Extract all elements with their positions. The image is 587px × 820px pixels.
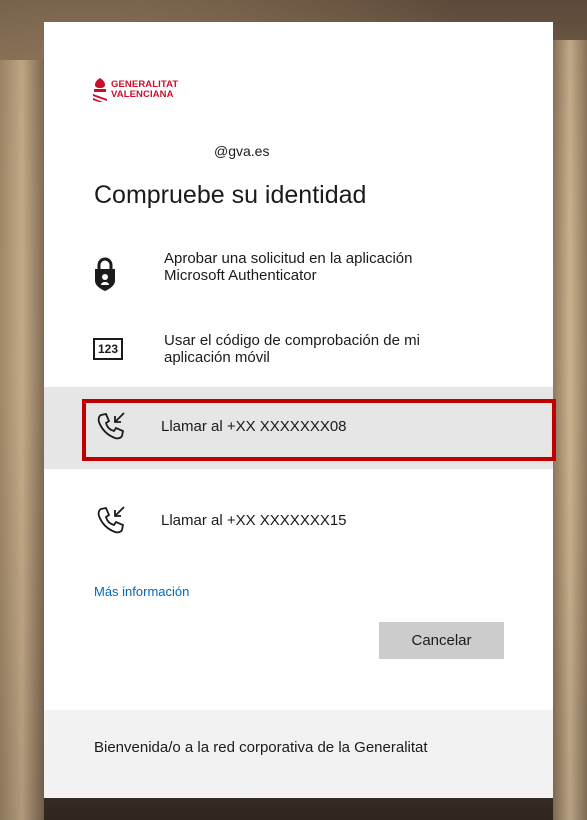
option-code-line1: Usar el código de comprobación de mi [164, 332, 420, 349]
more-info-link[interactable]: Más información [94, 584, 189, 599]
option-call-15-label: Llamar al +XX XXXXXXX15 [161, 512, 347, 529]
option-call-phone-15[interactable]: Llamar al +XX XXXXXXX15 [44, 485, 553, 555]
generalitat-logo: GENERALITAT VALENCIANA [93, 78, 178, 102]
sign-in-card: GENERALITAT VALENCIANA @gva.es Compruebe… [44, 22, 556, 798]
option-code-label: Usar el código de comprobación de mi apl… [164, 332, 420, 366]
background-tower-left [0, 60, 44, 820]
brand-text: GENERALITAT VALENCIANA [111, 80, 178, 100]
code-123-icon: 123 [93, 338, 124, 360]
phone-call-icon [96, 411, 126, 445]
brand-line2: VALENCIANA [111, 89, 174, 100]
option-authenticator-line2: Microsoft Authenticator [164, 267, 317, 284]
option-authenticator-line1: Aprobar una solicitud en la aplicación [164, 250, 413, 267]
generalitat-shield-icon [93, 78, 107, 102]
option-verification-code[interactable]: 123 Usar el código de comprobación de mi… [44, 322, 553, 388]
page-title: Compruebe su identidad [94, 181, 367, 209]
option-authenticator-label: Aprobar una solicitud en la aplicación M… [164, 250, 413, 284]
phone-call-icon [96, 505, 126, 539]
option-authenticator-approve[interactable]: Aprobar una solicitud en la aplicación M… [44, 242, 553, 308]
background-tower-right [553, 40, 587, 820]
cancel-button[interactable]: Cancelar [379, 622, 504, 659]
option-call-08-label: Llamar al +XX XXXXXXX08 [161, 418, 347, 435]
option-code-line2: aplicación móvil [164, 349, 270, 366]
account-email: @gva.es [214, 143, 270, 159]
footer-text: Bienvenida/o a la red corporativa de la … [94, 739, 428, 756]
footer-banner: Bienvenida/o a la red corporativa de la … [44, 710, 553, 798]
option-call-phone-08[interactable]: Llamar al +XX XXXXXXX08 [44, 387, 553, 469]
code-123-icon-text: 123 [93, 338, 124, 360]
authenticator-lock-icon [94, 257, 116, 295]
